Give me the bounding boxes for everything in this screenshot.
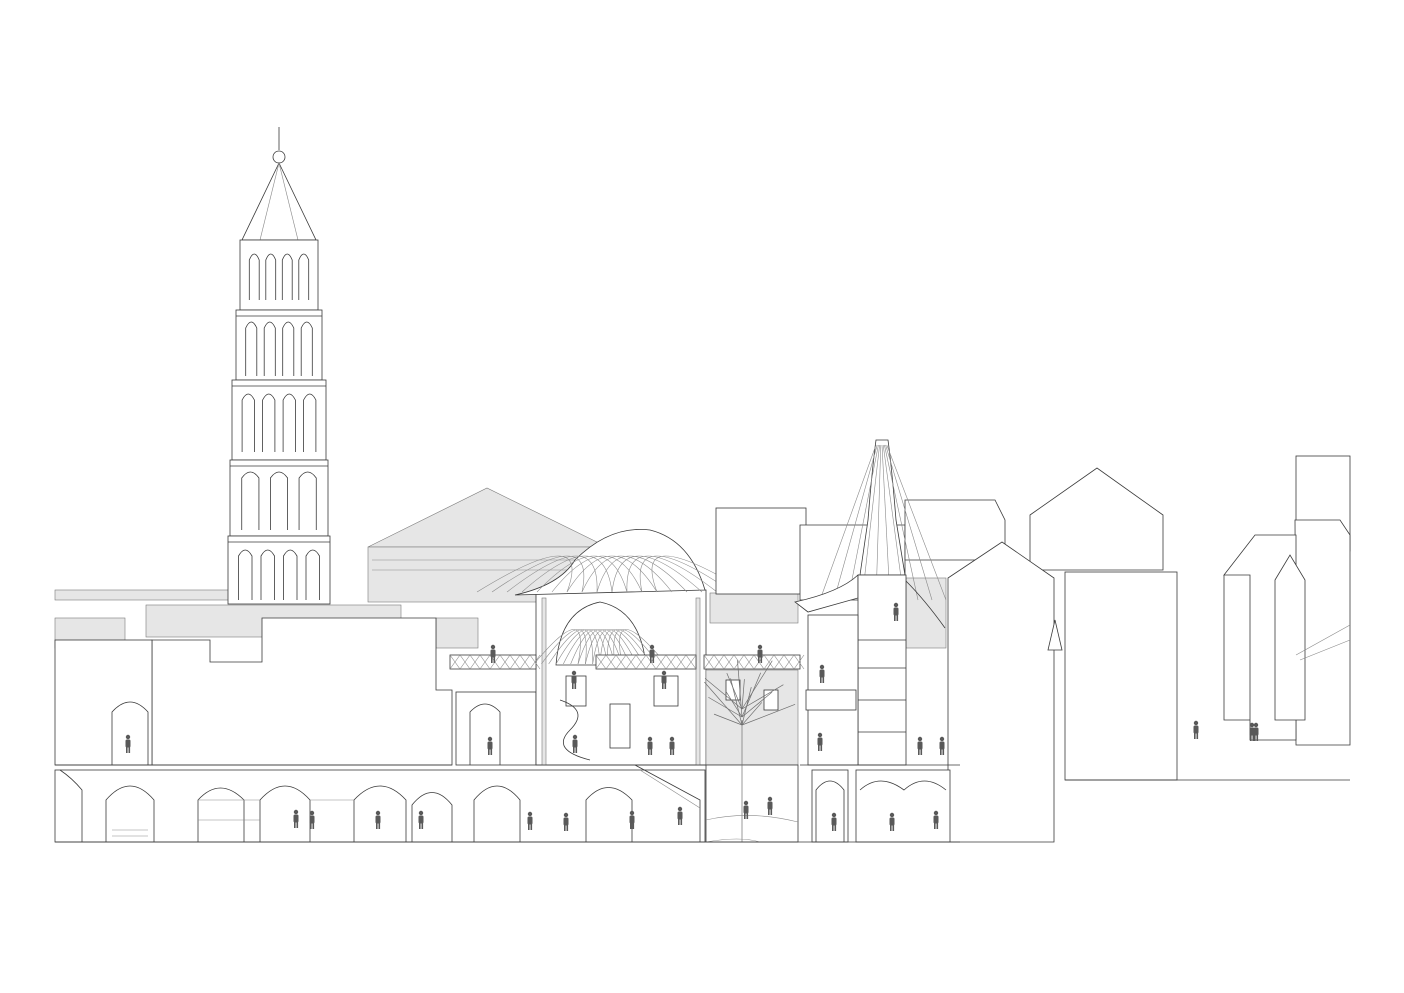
main-left-wall — [54, 617, 453, 766]
walkways — [449, 654, 805, 670]
courtyard — [704, 660, 799, 843]
section-drawing-canvas — [0, 0, 1404, 993]
far-right-buildings — [1223, 455, 1351, 746]
person-figure — [939, 736, 945, 755]
person-figure — [1193, 720, 1199, 739]
lower-vaulted-level — [54, 769, 706, 843]
person-figure — [917, 736, 923, 755]
bell-tower — [227, 127, 331, 605]
architectural-section-svg — [54, 127, 1351, 843]
